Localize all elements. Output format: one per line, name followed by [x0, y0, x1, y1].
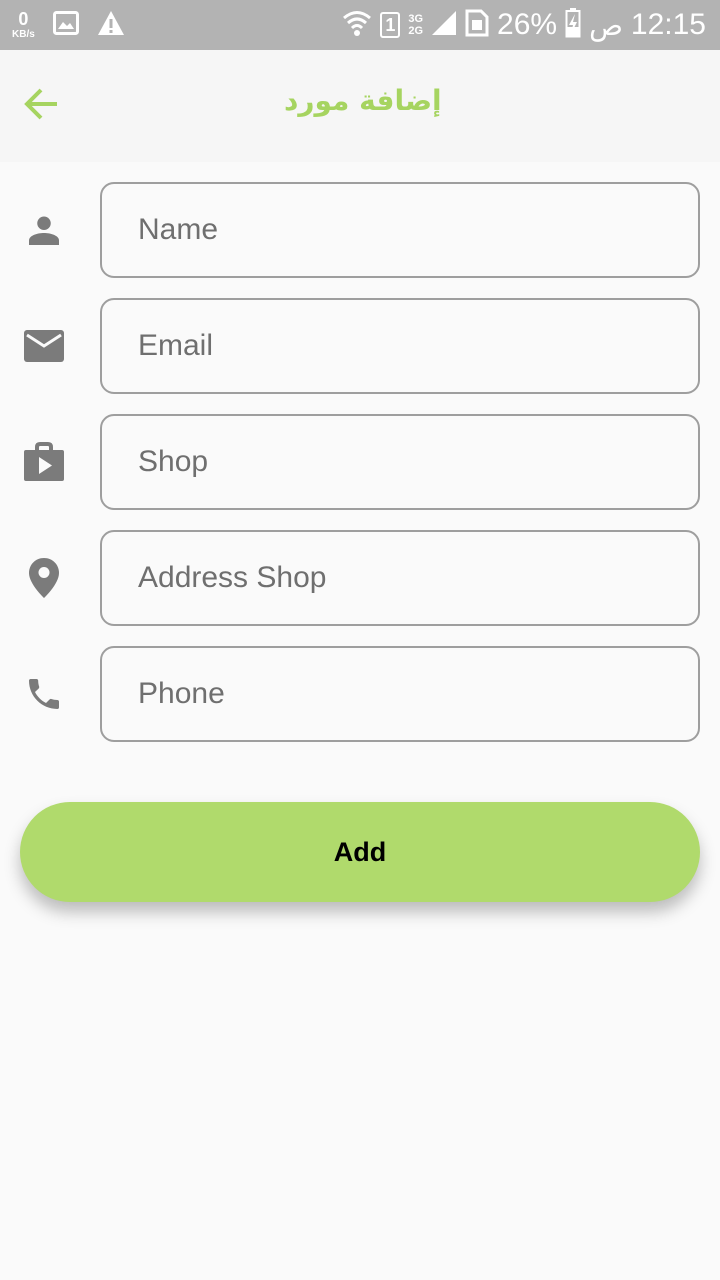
location-pin-icon: [22, 556, 66, 600]
address-row: [0, 530, 720, 626]
email-input[interactable]: [100, 298, 700, 394]
person-icon: [22, 208, 66, 252]
page-title: إضافة مورد: [284, 84, 442, 117]
sim-slot-badge: 1: [380, 12, 401, 38]
mail-icon: [22, 324, 66, 368]
wifi-icon: [342, 8, 372, 43]
sim-card-icon: [465, 9, 489, 42]
signal-icon: [431, 10, 457, 41]
warning-icon: [97, 10, 125, 41]
phone-icon: [22, 672, 66, 716]
status-bar-right: 1 3G 2G 26% ص 12:15: [342, 0, 706, 50]
email-row: [0, 298, 720, 394]
net-type-top: 3G: [408, 12, 424, 25]
status-bar-left: 0 KB/s: [12, 6, 125, 44]
shop-icon: [22, 440, 66, 484]
name-input[interactable]: [100, 182, 700, 278]
net-speed-value: 0: [18, 9, 29, 29]
back-button[interactable]: [24, 80, 88, 132]
add-button[interactable]: Add: [20, 802, 700, 902]
arrow-back-icon: [24, 88, 60, 125]
status-bar: 0 KB/s 1 3G 2G 26% ص 12:15: [0, 0, 720, 50]
phone-input[interactable]: [100, 646, 700, 742]
battery-charging-icon: [565, 7, 581, 43]
net-speed-unit: KB/s: [12, 29, 35, 40]
name-row: [0, 182, 720, 278]
clock: 12:15: [630, 8, 706, 41]
net-type: 3G 2G: [408, 13, 423, 37]
ampm-label: ص: [589, 9, 623, 41]
address-shop-input[interactable]: [100, 530, 700, 626]
net-speed: 0 KB/s: [12, 10, 35, 40]
image-icon: [52, 10, 79, 40]
shop-row: [0, 414, 720, 510]
app-bar: إضافة مورد: [0, 50, 720, 162]
phone-row: [0, 646, 720, 742]
battery-percent: 26%: [497, 8, 558, 41]
net-type-bottom: 2G: [408, 25, 424, 37]
shop-input[interactable]: [100, 414, 700, 510]
